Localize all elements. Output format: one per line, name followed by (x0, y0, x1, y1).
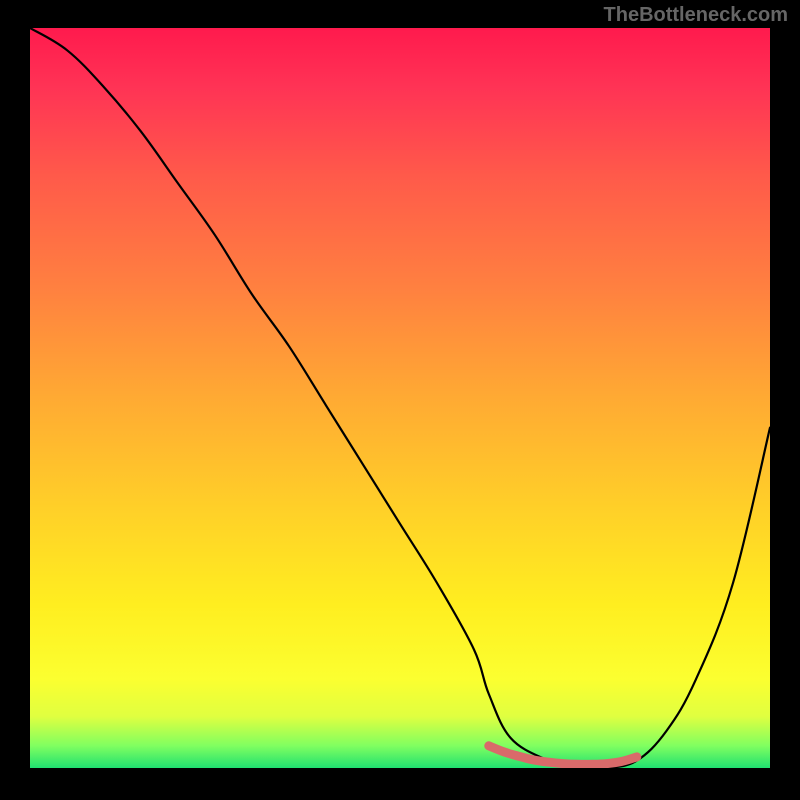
chart-svg (30, 28, 770, 768)
optimal-highlight-path (489, 746, 637, 765)
watermark-text: TheBottleneck.com (604, 4, 788, 27)
plot-area (30, 28, 770, 768)
bottleneck-curve-path (30, 28, 770, 768)
